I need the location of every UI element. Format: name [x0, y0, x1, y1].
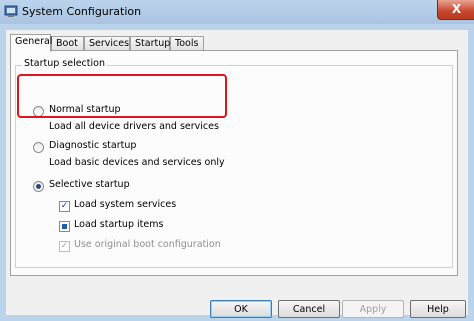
selective-startup-radio[interactable] [33, 181, 44, 192]
window-title: System Configuration [22, 5, 142, 18]
tab-boot[interactable]: Boot [51, 36, 84, 50]
load-system-services-checkbox[interactable]: ✓ [59, 201, 70, 212]
use-original-boot-config-label: Use original boot configuration [74, 239, 221, 250]
title-bar[interactable]: System Configuration X [0, 0, 474, 25]
use-original-boot-config-checkbox: ✓ [59, 241, 70, 252]
tab-tools[interactable]: Tools [170, 36, 204, 50]
help-button[interactable]: Help [410, 300, 466, 318]
ok-button[interactable]: OK [210, 300, 272, 318]
tab-general[interactable]: General [10, 34, 52, 52]
group-label: Startup selection [22, 58, 107, 69]
tab-services[interactable]: Services [84, 36, 130, 50]
diagnostic-startup-label[interactable]: Diagnostic startup [49, 140, 136, 151]
annotation-highlight-box [17, 74, 227, 118]
selective-startup-label[interactable]: Selective startup [49, 179, 130, 190]
apply-button: Apply [342, 300, 404, 318]
diagnostic-startup-radio[interactable] [33, 142, 44, 153]
close-button[interactable]: X [437, 0, 474, 20]
load-startup-items-checkbox[interactable] [59, 221, 70, 232]
load-system-services-label[interactable]: Load system services [74, 199, 176, 210]
normal-startup-description: Load all device drivers and services [49, 121, 219, 132]
system-configuration-icon [4, 5, 18, 17]
dialog-client: General Boot Services Startup Tools Star… [6, 30, 468, 318]
window-frame: General Boot Services Startup Tools Star… [0, 24, 474, 321]
cancel-button[interactable]: Cancel [278, 300, 340, 318]
load-startup-items-label[interactable]: Load startup items [74, 219, 163, 230]
diagnostic-startup-description: Load basic devices and services only [49, 157, 225, 168]
tab-startup[interactable]: Startup [130, 36, 170, 50]
